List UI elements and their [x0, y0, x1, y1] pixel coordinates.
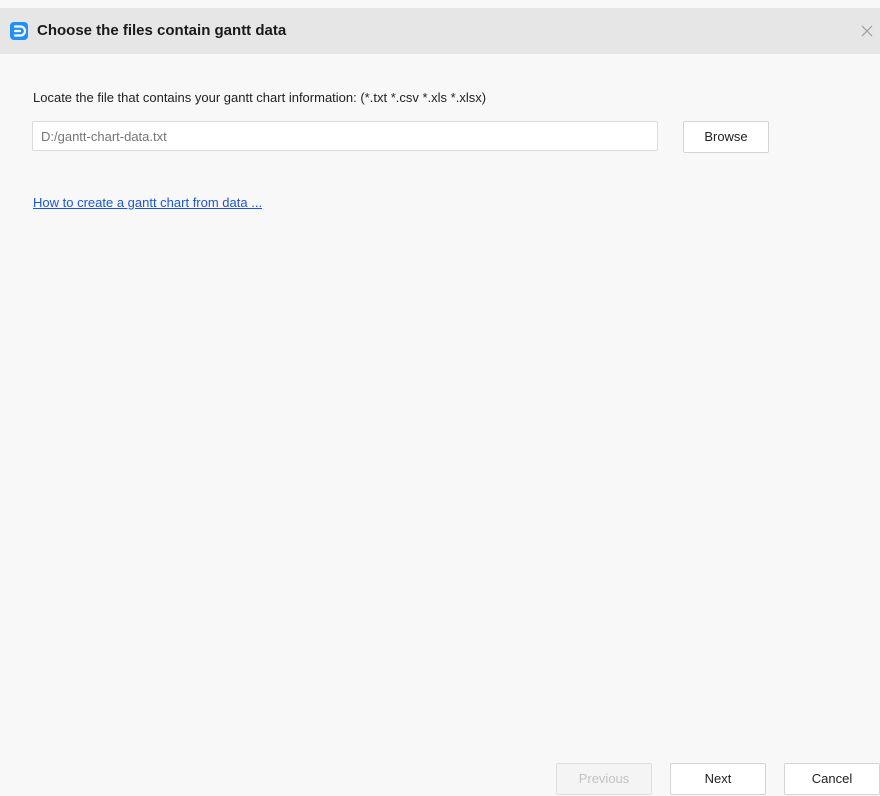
close-icon[interactable]: [856, 20, 878, 42]
choose-file-dialog: Choose the files contain gantt data Loca…: [0, 0, 880, 796]
app-logo-icon: [10, 22, 28, 40]
locate-file-label: Locate the file that contains your gantt…: [33, 90, 487, 105]
cancel-button[interactable]: Cancel: [784, 763, 880, 795]
how-to-create-gantt-link[interactable]: How to create a gantt chart from data ..…: [33, 194, 262, 212]
browse-button[interactable]: Browse: [683, 121, 769, 153]
next-button[interactable]: Next: [670, 763, 766, 795]
previous-button: Previous: [556, 763, 652, 795]
dialog-title: Choose the files contain gantt data: [37, 22, 287, 39]
file-path-input[interactable]: [32, 121, 658, 151]
dialog-titlebar: Choose the files contain gantt data: [0, 8, 880, 54]
